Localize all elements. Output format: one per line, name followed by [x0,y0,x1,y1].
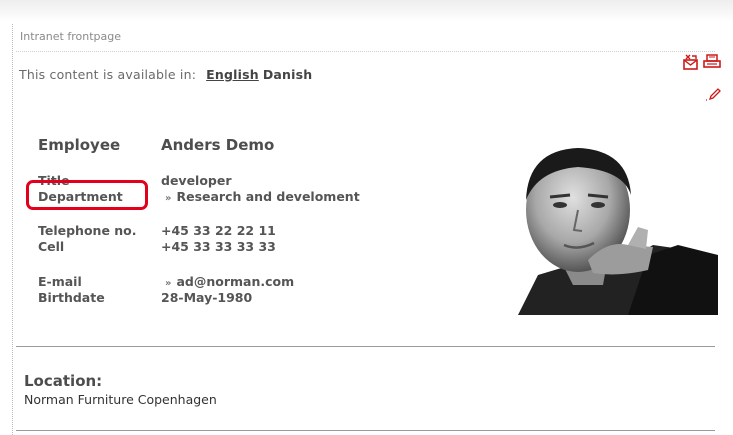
cell-value: +45 33 33 33 33 [161,239,276,254]
breadcrumb[interactable]: Intranet frontpage [20,30,121,43]
email-link[interactable]: » ad@norman.com [161,274,294,291]
employee-photo [478,145,718,315]
email-value: ad@norman.com [176,274,295,289]
page-actions [681,54,721,114]
language-option-danish[interactable]: Danish [263,67,313,82]
print-icon[interactable] [703,54,721,74]
highlight-box [26,180,148,210]
location-heading: Location: [24,372,103,390]
email-label: E-mail [38,274,82,289]
section-divider [16,346,715,347]
edit-pencil-icon[interactable] [705,86,721,106]
link-arrow-icon: » [165,278,172,289]
email-icon[interactable] [683,54,699,74]
department-value: Research and develoment [176,189,360,204]
birthdate-value: 28-May-1980 [161,290,253,305]
employee-heading-label: Employee [38,136,121,154]
department-link[interactable]: » Research and develoment [161,189,360,206]
cell-label: Cell [38,239,65,254]
title-value: developer [161,173,232,188]
content-left-border [12,24,13,435]
birthdate-label: Birthdate [38,290,105,305]
telephone-value: +45 33 22 22 11 [161,223,276,238]
employee-name: Anders Demo [161,136,275,154]
top-shade [0,0,733,22]
telephone-label: Telephone no. [38,223,137,238]
breadcrumb-divider [16,51,715,52]
link-arrow-icon: » [165,193,172,204]
location-value: Norman Furniture Copenhagen [24,392,217,407]
bottom-divider [16,430,715,431]
language-option-english[interactable]: English [206,67,259,82]
language-prompt: This content is available in: [19,67,197,82]
language-bar: This content is available in: English Dani… [19,67,312,82]
